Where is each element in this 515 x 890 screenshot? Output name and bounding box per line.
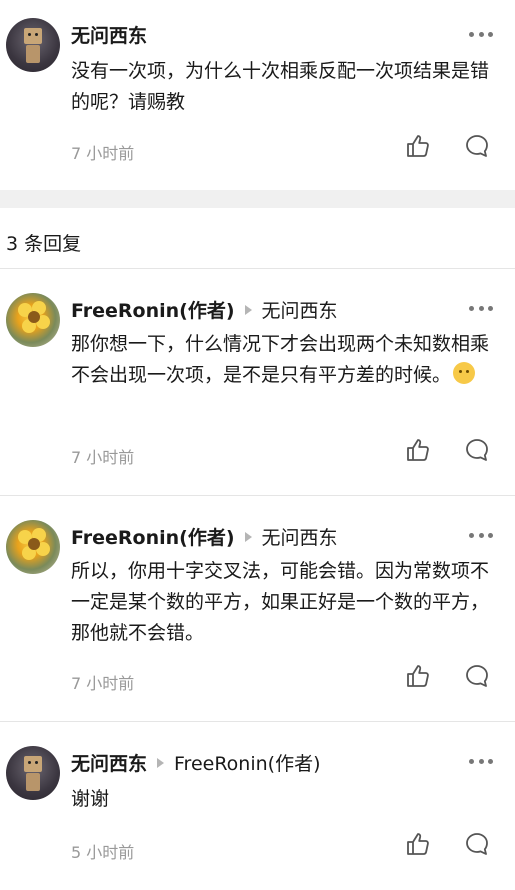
comment-text: 没有一次项，为什么十次相乘反配一次项结果是错的呢？请赐教 xyxy=(71,60,490,113)
reply-author[interactable]: 无问西东 xyxy=(71,749,147,776)
avatar[interactable] xyxy=(6,293,60,347)
reply-arrow-icon xyxy=(244,304,252,315)
more-dots-icon[interactable] xyxy=(469,305,493,311)
top-comment: 无问西东 没有一次项，为什么十次相乘反配一次项结果是错的呢？请赐教 7 小时前 xyxy=(0,0,515,191)
reply-arrow-icon xyxy=(244,531,252,542)
avatar[interactable] xyxy=(6,520,60,574)
reply-author-line: 无问西东 FreeRonin(作者) xyxy=(71,749,321,776)
reply-author-line: FreeRonin(作者) 无问西东 xyxy=(71,296,338,323)
reply-to-name[interactable]: FreeRonin(作者) xyxy=(174,749,320,776)
speech-bubble-icon[interactable] xyxy=(464,663,490,689)
more-dots-icon[interactable] xyxy=(469,758,493,764)
reply-author-line: FreeRonin(作者) 无问西东 xyxy=(71,523,338,550)
reply-arrow-icon xyxy=(157,757,165,768)
thinking-face-icon xyxy=(453,362,476,384)
reply-item: FreeRonin(作者) 无问西东 所以，你用十字交叉法，可能会错。因为常数项… xyxy=(0,496,515,722)
speech-bubble-icon[interactable] xyxy=(464,133,490,159)
reply-author[interactable]: FreeRonin(作者) xyxy=(71,296,235,323)
reply-text-body: 那你想一下，什么情况下才会出现两个未知数相乘不会出现一次项，是不是只有平方差的时… xyxy=(71,333,490,386)
comment-time: 7 小时前 xyxy=(71,144,135,163)
reply-time: 7 小时前 xyxy=(71,448,135,467)
reply-count-label: 3 条回复 xyxy=(6,233,82,255)
speech-bubble-icon[interactable] xyxy=(464,831,490,857)
reply-text: 谢谢 xyxy=(71,788,110,810)
comment-author-line: 无问西东 xyxy=(71,21,147,48)
thumbs-up-icon[interactable] xyxy=(405,831,431,857)
reply-text: 那你想一下，什么情况下才会出现两个未知数相乘不会出现一次项，是不是只有平方差的时… xyxy=(71,329,495,391)
more-dots-icon[interactable] xyxy=(469,31,493,37)
thumbs-up-icon[interactable] xyxy=(405,437,431,463)
reply-text: 所以，你用十字交叉法，可能会错。因为常数项不一定是某个数的平方，如果正好是一个数… xyxy=(71,560,490,644)
reply-time: 5 小时前 xyxy=(71,843,135,862)
reply-time: 7 小时前 xyxy=(71,674,135,693)
reply-author[interactable]: FreeRonin(作者) xyxy=(71,523,235,550)
section-separator xyxy=(0,190,515,208)
reply-item: FreeRonin(作者) 无问西东 那你想一下，什么情况下才会出现两个未知数相… xyxy=(0,269,515,496)
speech-bubble-icon[interactable] xyxy=(464,437,490,463)
comment-author[interactable]: 无问西东 xyxy=(71,21,147,48)
avatar[interactable] xyxy=(6,18,60,72)
avatar[interactable] xyxy=(6,746,60,800)
reply-to-name[interactable]: 无问西东 xyxy=(262,523,338,550)
thumbs-up-icon[interactable] xyxy=(405,133,431,159)
reply-item: 无问西东 FreeRonin(作者) 谢谢 5 小时前 xyxy=(0,722,515,890)
more-dots-icon[interactable] xyxy=(469,532,493,538)
thumbs-up-icon[interactable] xyxy=(405,663,431,689)
reply-to-name[interactable]: 无问西东 xyxy=(262,296,338,323)
